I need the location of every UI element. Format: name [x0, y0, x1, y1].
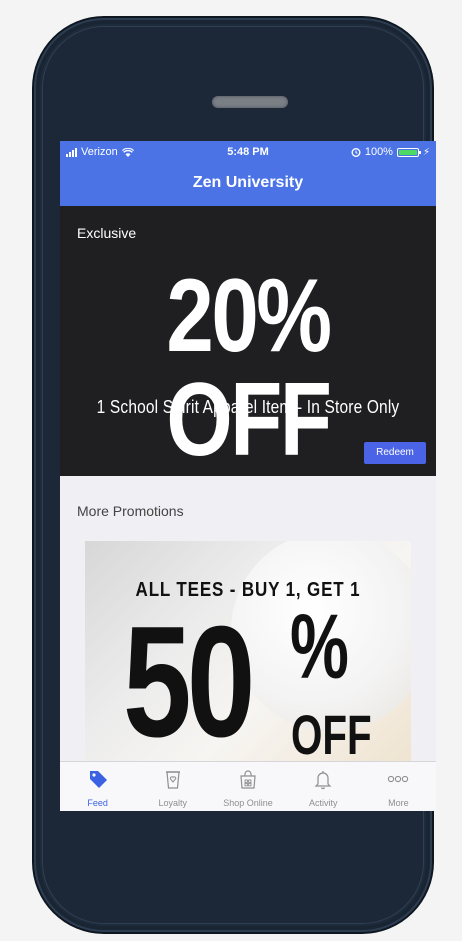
- shopping-bag-icon: [240, 770, 256, 789]
- cup-icon: [165, 771, 180, 789]
- tag-icon: [89, 771, 107, 788]
- app-screen: Verizon 5:48 PM 100% ⚡ Zen University Ex…: [60, 141, 436, 811]
- tab-label: Feed: [87, 798, 108, 808]
- top-bar: Verizon 5:48 PM 100% ⚡ Zen University: [60, 141, 436, 206]
- promo-off: OFF: [291, 703, 372, 766]
- battery-icon: [396, 147, 421, 157]
- discount-headline: 20% OFF: [166, 258, 332, 478]
- discount-subtitle: 1 School Spirit Apparel Item - In Store …: [96, 397, 400, 417]
- tab-more[interactable]: More: [361, 762, 436, 811]
- bell-icon: [314, 771, 332, 790]
- tab-shop-online[interactable]: Shop Online: [210, 762, 285, 811]
- tab-feed[interactable]: Feed: [60, 762, 135, 811]
- redeem-button[interactable]: Redeem: [364, 442, 426, 464]
- status-bar: Verizon 5:48 PM 100% ⚡: [60, 141, 436, 163]
- tab-activity[interactable]: Activity: [286, 762, 361, 811]
- tab-label: Activity: [308, 798, 338, 808]
- exclusive-banner[interactable]: Exclusive 20% OFF 1 School Spirit Appare…: [60, 206, 436, 476]
- tab-label: Loyalty: [158, 798, 188, 808]
- page: Verizon 5:48 PM 100% ⚡ Zen University Ex…: [0, 0, 462, 941]
- battery-percent: 100%: [364, 146, 393, 158]
- promo-number: 50: [123, 594, 255, 770]
- more-dots-icon: [388, 775, 409, 783]
- tab-bar: Feed Loyalty Shop Online Activity More: [60, 761, 436, 811]
- tab-label: More: [388, 798, 409, 808]
- promotion-card[interactable]: ALL TEES - BUY 1, GET 1 50 % OFF: [85, 541, 411, 771]
- speaker-grille: [212, 96, 288, 108]
- charging-icon: ⚡: [422, 146, 430, 158]
- exclusive-tag: Exclusive: [77, 225, 137, 241]
- status-right: 100% ⚡: [351, 146, 430, 158]
- app-title: Zen University: [192, 174, 304, 191]
- promo-percent: %: [290, 596, 349, 698]
- tab-loyalty[interactable]: Loyalty: [135, 762, 210, 811]
- alarm-icon: [351, 148, 361, 157]
- tab-label: Shop Online: [223, 798, 273, 808]
- more-promotions-title: More Promotions: [77, 503, 184, 519]
